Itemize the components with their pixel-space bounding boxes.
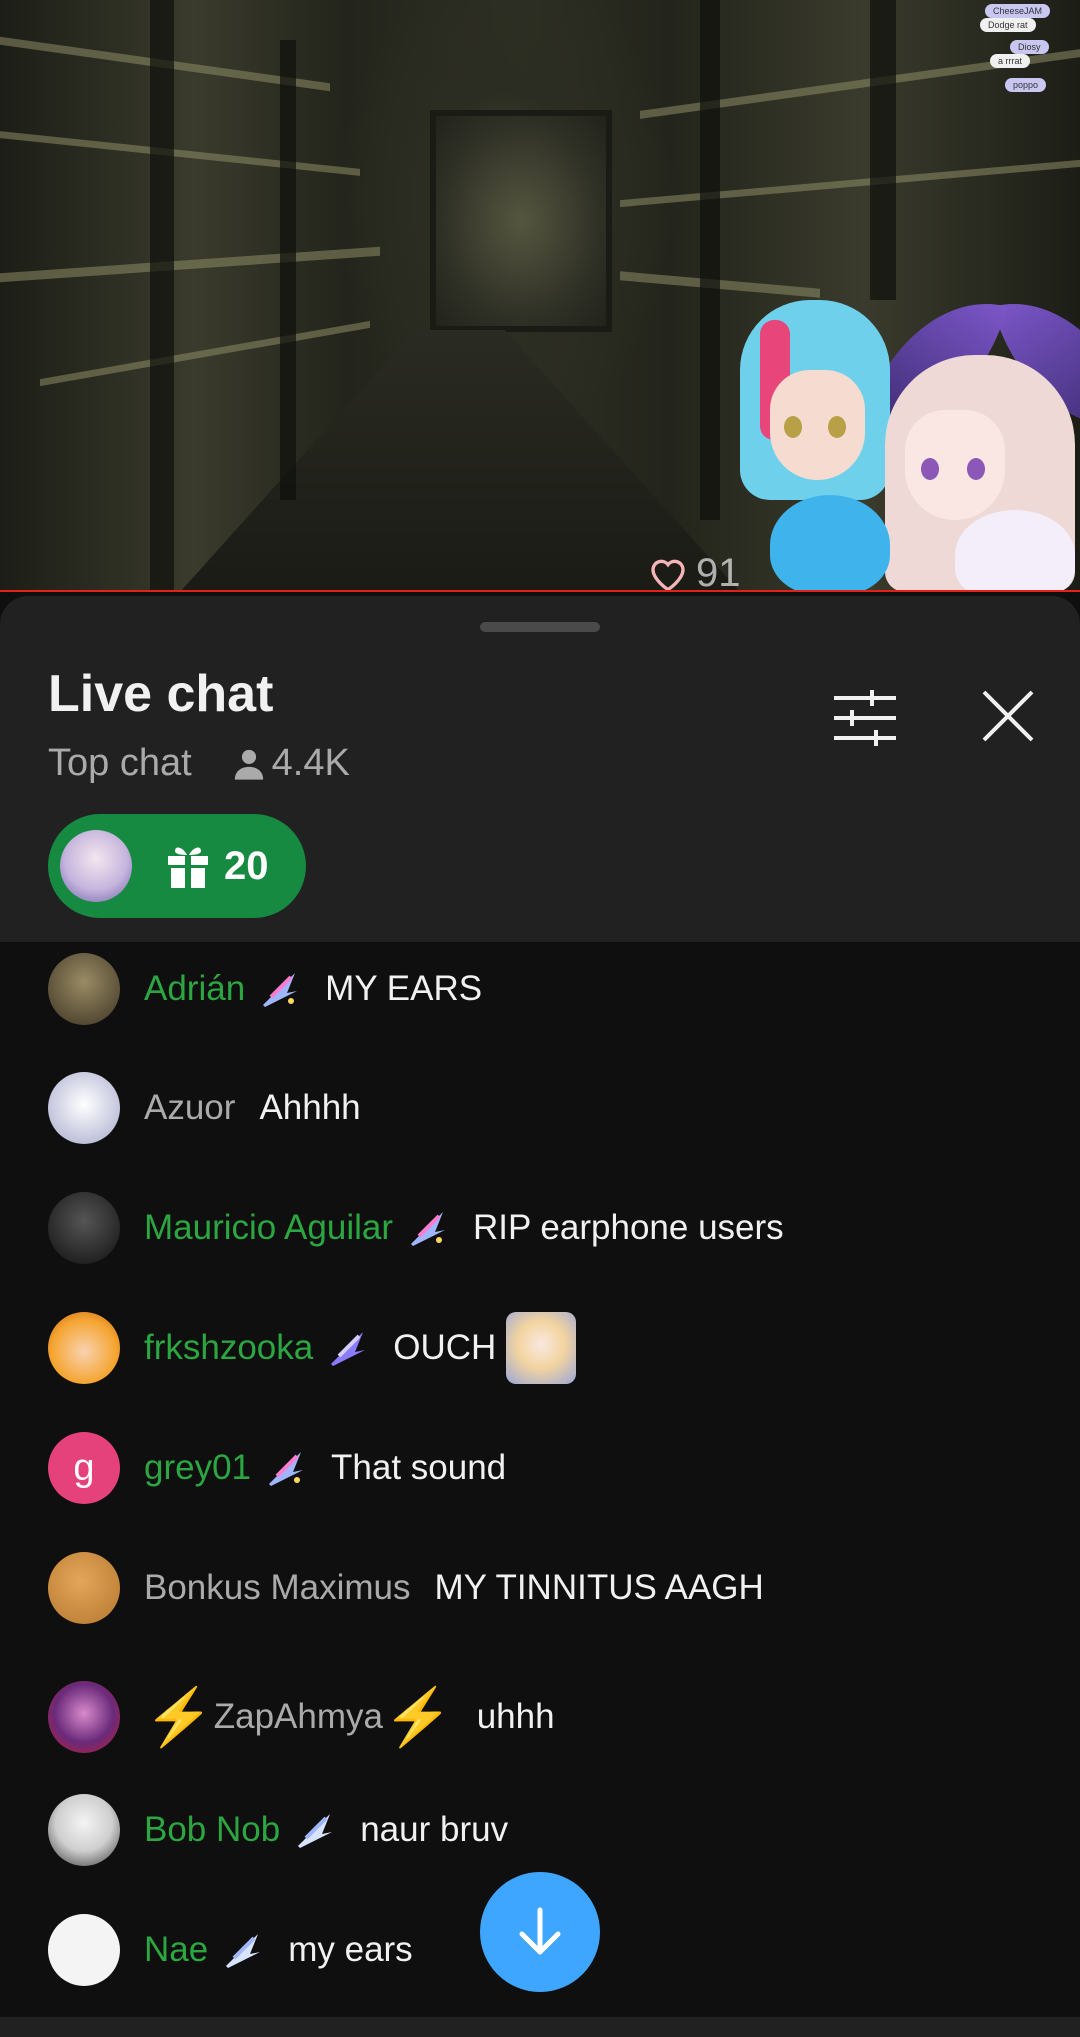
close-icon[interactable]: [980, 688, 1036, 744]
chat-message[interactable]: g grey01 That sound: [48, 1432, 506, 1504]
chat-message[interactable]: ⚡ ZapAhmya ⚡ uhhh: [48, 1681, 555, 1753]
drag-handle[interactable]: [480, 622, 600, 632]
message-text: OUCH: [393, 1328, 497, 1367]
heart-count-value: 91: [696, 550, 741, 593]
arrow-down-icon: [519, 1907, 561, 1955]
crying-emote: [506, 1312, 577, 1384]
avatar[interactable]: g: [48, 1432, 120, 1504]
avatar[interactable]: [48, 1312, 120, 1384]
author-name[interactable]: frkshzooka: [144, 1328, 313, 1368]
author-name[interactable]: Bob Nob: [144, 1810, 280, 1850]
avatar[interactable]: [48, 1552, 120, 1624]
vtuber-face: [770, 370, 865, 480]
author-name[interactable]: ⚡ ZapAhmya ⚡: [144, 1689, 453, 1745]
author-name[interactable]: Adrián: [144, 969, 245, 1009]
gift-icon: [168, 847, 208, 888]
gift-counter-button[interactable]: 20: [48, 814, 306, 918]
lightning-icon: ⚡: [382, 1685, 453, 1748]
white-mascot: [955, 510, 1075, 592]
viewer-count: 4.4K: [232, 742, 350, 785]
author-name[interactable]: Bonkus Maximus: [144, 1568, 410, 1608]
message-text: RIP earphone users: [473, 1208, 784, 1247]
filter-settings-icon[interactable]: [830, 688, 900, 748]
overlay-bubble: CheeseJAM: [985, 4, 1051, 18]
chat-message[interactable]: Mauricio Aguilar RIP earphone users: [48, 1192, 784, 1264]
overlay-bubble: a rrrat: [990, 54, 1031, 68]
avatar[interactable]: [48, 953, 120, 1025]
overlay-bubble: Dodge rat: [980, 18, 1036, 32]
chat-message[interactable]: frkshzooka OUCH: [48, 1312, 577, 1384]
message-text: MY EARS: [325, 969, 483, 1008]
avatar-letter: g: [73, 1446, 95, 1489]
author-name[interactable]: Mauricio Aguilar: [144, 1208, 393, 1248]
chat-message[interactable]: Adrián MY EARS: [48, 953, 482, 1025]
corridor-end: [430, 110, 612, 332]
gifter-avatar: [60, 830, 132, 902]
member-badge-icon: [226, 1934, 261, 1968]
overlay-bubble: Diosy: [1010, 40, 1049, 54]
chat-message[interactable]: Bob Nob naur bruv: [48, 1794, 508, 1866]
chat-message[interactable]: Bonkus Maximus MY TINNITUS AAGH: [48, 1552, 764, 1624]
shelf-edge: [620, 271, 820, 298]
message-text: MY TINNITUS AAGH: [434, 1568, 764, 1607]
author-name[interactable]: Azuor: [144, 1088, 235, 1128]
message-text: naur bruv: [360, 1810, 509, 1849]
shelf-post: [280, 40, 296, 500]
avatar[interactable]: [48, 1681, 120, 1753]
lightning-icon: ⚡: [144, 1685, 214, 1748]
author-name-text: ZapAhmya: [213, 1697, 383, 1736]
video-player[interactable]: CheeseJAM Dodge rat Diosy a rrrat poppo …: [0, 0, 1080, 592]
member-badge-icon: [411, 1212, 445, 1246]
live-progress-bar[interactable]: [0, 590, 1080, 592]
like-counter: 91: [648, 550, 741, 593]
shelf-edge: [620, 159, 1080, 208]
chat-header: Live chat Top chat 4.4K 20: [0, 596, 1080, 942]
scroll-to-bottom-button[interactable]: [480, 1872, 600, 1992]
gift-count: 20: [224, 843, 269, 888]
chat-subtitle: Top chat 4.4K: [48, 742, 350, 785]
member-badge-icon: [269, 1452, 304, 1486]
avatar[interactable]: [48, 1914, 120, 1986]
chat-input-area[interactable]: [0, 2017, 1080, 2037]
shelf-post: [150, 0, 174, 592]
overlay-bubble: poppo: [1005, 78, 1047, 92]
shelf-edge: [40, 320, 370, 387]
author-name[interactable]: grey01: [144, 1448, 251, 1488]
shelf-edge: [0, 131, 360, 176]
message-text: uhhh: [476, 1697, 555, 1736]
chat-message[interactable]: Azuor Ahhhh: [48, 1072, 361, 1144]
viewer-count-value: 4.4K: [271, 742, 350, 784]
member-badge-icon: [263, 973, 298, 1007]
chat-message[interactable]: Nae my ears: [48, 1914, 413, 1986]
avatar[interactable]: [48, 1192, 120, 1264]
shelf-post: [700, 0, 720, 520]
message-text: Ahhhh: [259, 1088, 361, 1127]
message-text: That sound: [331, 1448, 507, 1487]
shelf-post: [870, 0, 896, 300]
message-text: my ears: [288, 1930, 413, 1969]
vtuber-face: [905, 410, 1005, 520]
person-icon: [234, 749, 263, 780]
avatar[interactable]: [48, 1794, 120, 1866]
member-badge-icon: [331, 1332, 366, 1366]
heart-icon: [651, 559, 685, 592]
author-name[interactable]: Nae: [144, 1930, 208, 1970]
blue-mascot: [770, 495, 890, 592]
avatar[interactable]: [48, 1072, 120, 1144]
member-badge-icon: [298, 1814, 333, 1848]
shelf-edge: [0, 246, 380, 283]
chat-mode-selector[interactable]: Top chat: [48, 742, 192, 785]
chat-title: Live chat: [48, 665, 274, 723]
